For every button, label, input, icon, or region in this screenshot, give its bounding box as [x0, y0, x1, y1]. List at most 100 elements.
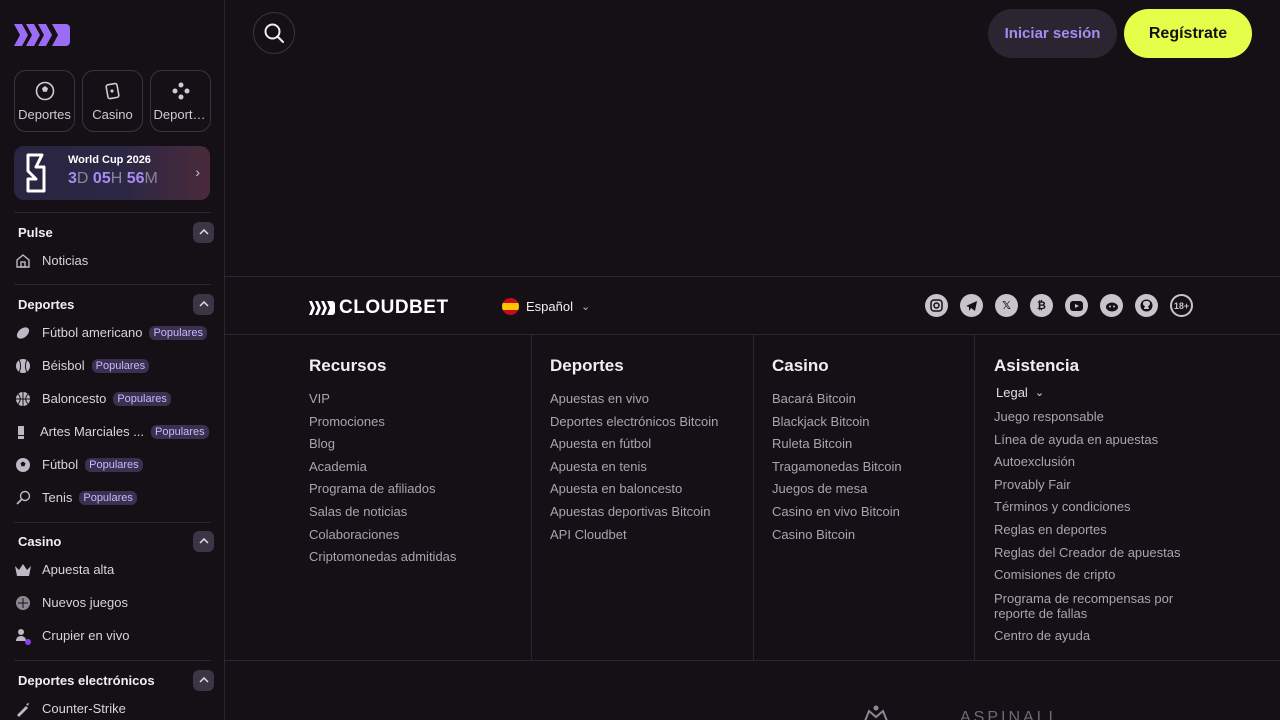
footer-link[interactable]: Reglas en deportes [994, 519, 1214, 542]
sidebar-item-label: Fútbol [42, 457, 79, 472]
footer-link[interactable]: Tragamonedas Bitcoin [772, 456, 975, 479]
sidebar-item-crupier[interactable]: Crupier en vivo [0, 619, 224, 652]
section-title: Deportes [18, 296, 75, 312]
tile-casino[interactable]: Casino [82, 70, 143, 132]
footer-link[interactable]: Apuesta en baloncesto [550, 478, 753, 501]
footer-brand[interactable]: CLOUDBET [309, 297, 449, 319]
footer-link[interactable]: Bacará Bitcoin [772, 388, 975, 411]
x-icon[interactable]: 𝕏 [995, 294, 1018, 317]
footer-link[interactable]: API Cloudbet [550, 524, 753, 547]
footer-link[interactable]: VIP [309, 388, 531, 411]
footer-link[interactable]: Apuestas en vivo [550, 388, 753, 411]
countdown-hours: 05 [92, 170, 111, 187]
youtube-icon[interactable] [1065, 294, 1088, 317]
sidebar-item-label: Baloncesto [42, 391, 107, 406]
footer-link[interactable]: Línea de ayuda en apuestas [994, 429, 1214, 452]
sidebar-item-basketball[interactable]: Baloncesto Populares [0, 382, 224, 415]
sidebar-item-label: Tenis [42, 490, 73, 505]
countdown-hours-unit: H [110, 170, 123, 187]
login-button[interactable]: Iniciar sesión [988, 9, 1117, 58]
telegram-icon[interactable] [960, 294, 983, 317]
sidebar-item-tenis[interactable]: Tenis Populares [0, 481, 224, 514]
cloudbet-logo-icon[interactable] [14, 22, 70, 48]
footer-link[interactable]: Academia [309, 456, 531, 479]
sidebar-item-noticias[interactable]: Noticias [0, 244, 224, 277]
reddit-icon[interactable] [1100, 294, 1123, 317]
popular-badge: Populares [85, 457, 143, 472]
footer-link[interactable]: Blackjack Bitcoin [772, 411, 975, 434]
chevron-down-icon: ⌄ [1034, 386, 1045, 399]
footer-link[interactable]: Reglas del Creador de apuestas [994, 542, 1214, 565]
spain-flag-icon [502, 298, 519, 315]
sidebar-item-label: Nuevos juegos [42, 595, 128, 610]
footer-col-casino: Casino Bacará Bitcoin Blackjack Bitcoin … [753, 335, 975, 661]
sidebar-item-label: Fútbol americano [42, 325, 143, 340]
american-football-icon [14, 324, 32, 342]
popular-badge: Populares [91, 358, 150, 373]
tile-label: Deportes [18, 106, 71, 122]
footer-link[interactable]: Deportes electrónicos Bitcoin [550, 411, 753, 434]
footer-link[interactable]: Ruleta Bitcoin [772, 433, 975, 456]
footer-link[interactable]: Casino en vivo Bitcoin [772, 501, 975, 524]
sidebar-item-mma[interactable]: Artes Marciales ... Populares [0, 415, 224, 448]
register-button[interactable]: Regístrate [1124, 9, 1252, 58]
footer-bar: CLOUDBET Español ⌄ 𝕏 ₿ 18+ [225, 276, 1280, 335]
footer-col-title: Recursos [309, 356, 387, 375]
legal-dropdown[interactable]: Legal ⌄ [996, 382, 1214, 402]
app-root: Deportes Casino Deportes electrónicos Wo… [0, 0, 1280, 720]
footer-link[interactable]: Provably Fair [994, 474, 1214, 497]
footer-link[interactable]: Salas de noticias [309, 501, 531, 524]
age-restriction-icon[interactable]: 18+ [1170, 294, 1193, 317]
chevron-up-icon [198, 677, 209, 683]
tile-esports[interactable]: Deportes electrónicos [150, 70, 211, 132]
chevron-up-icon [198, 538, 209, 544]
sidebar-item-futbol[interactable]: Fútbol Populares [0, 448, 224, 481]
bitcoin-icon[interactable]: ₿ [1030, 294, 1053, 317]
footer-link[interactable]: Colaboraciones [309, 524, 531, 547]
sidebar-item-nuevos-juegos[interactable]: Nuevos juegos [0, 586, 224, 619]
world-cup-logo-icon [26, 153, 46, 193]
footer-link[interactable]: Apuestas deportivas Bitcoin [550, 501, 753, 524]
footer-link[interactable]: Programa de recompensas por reporte de f… [994, 587, 1214, 625]
quick-tiles: Deportes Casino Deportes electrónicos [14, 70, 211, 132]
dealer-icon [14, 627, 32, 645]
footer-link[interactable]: Juego responsable [994, 406, 1214, 429]
sidebar-item-counter-strike[interactable]: Counter-Strike [0, 692, 224, 720]
collapse-button[interactable] [193, 669, 214, 691]
section-deportes: Deportes Fútbol americano Populares Béis… [0, 284, 224, 514]
footer-col-recursos: Recursos VIP Promociones Blog Academia P… [309, 335, 531, 661]
footer-link[interactable]: Comisiones de cripto [994, 564, 1214, 587]
footer-link[interactable]: Apuesta en tenis [550, 456, 753, 479]
section-title: Casino [18, 533, 62, 549]
tile-label: Casino [92, 106, 133, 122]
footer-link[interactable]: Autoexclusión [994, 451, 1214, 474]
crown-logo-icon [864, 705, 888, 720]
world-cup-promo[interactable]: World Cup 2026 3D 05H 56M › [14, 146, 210, 200]
sidebar-item-american-football[interactable]: Fútbol americano Populares [0, 316, 224, 349]
instagram-icon[interactable] [925, 294, 948, 317]
collapse-button[interactable] [193, 221, 214, 243]
search-button[interactable] [253, 12, 295, 54]
language-label: Español [526, 299, 573, 314]
footer-link[interactable]: Programa de afiliados [309, 478, 531, 501]
sidebar-item-label: Noticias [42, 253, 89, 268]
collapse-button[interactable] [193, 293, 214, 315]
sidebar-item-apuesta-alta[interactable]: Apuesta alta [0, 553, 224, 586]
footer-link[interactable]: Promociones [309, 411, 531, 434]
footer-col-title: Asistencia [994, 356, 1080, 375]
footer-link[interactable]: Blog [309, 433, 531, 456]
tile-deportes[interactable]: Deportes [14, 70, 75, 132]
sidebar-item-label: Béisbol [42, 358, 85, 373]
collapse-button[interactable] [193, 530, 214, 552]
footer-link[interactable]: Términos y condiciones [994, 496, 1214, 519]
footer-link[interactable]: Criptomonedas admitidas [309, 546, 531, 569]
footer-link[interactable]: Apuesta en fútbol [550, 433, 753, 456]
sidebar-item-label: Crupier en vivo [42, 628, 130, 643]
github-icon[interactable] [1135, 294, 1158, 317]
footer-link[interactable]: Centro de ayuda [994, 625, 1214, 648]
footer-link[interactable]: Casino Bitcoin [772, 524, 975, 547]
sidebar-item-baseball[interactable]: Béisbol Populares [0, 349, 224, 382]
language-selector[interactable]: Español ⌄ [502, 298, 590, 315]
legal-label: Legal [996, 384, 1028, 400]
footer-link[interactable]: Juegos de mesa [772, 478, 975, 501]
